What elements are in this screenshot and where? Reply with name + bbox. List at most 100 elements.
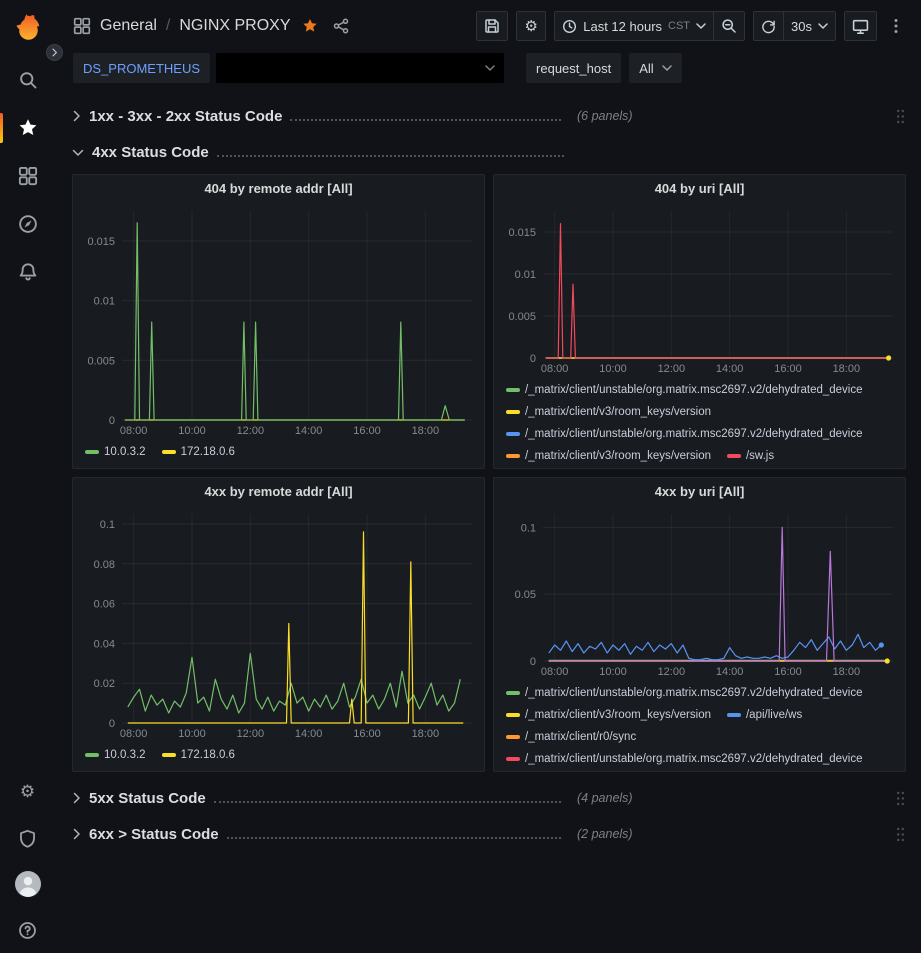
datasource-variable-label[interactable]: DS_PROMETHEUS — [73, 53, 210, 83]
request-host-value-text: All — [639, 61, 653, 76]
legend-item[interactable]: /_matrix/client/unstable/org.matrix.msc2… — [506, 379, 863, 401]
timeseries-chart[interactable]: 08:0010:0012:0014:0016:0018:0000.050.1 — [497, 504, 902, 680]
sidebar-expand-button[interactable] — [46, 44, 63, 61]
svg-text:08:00: 08:00 — [541, 666, 569, 678]
row-drag-handle[interactable] — [895, 108, 906, 125]
legend-label: /_matrix/client/unstable/org.matrix.msc2… — [525, 682, 863, 704]
legend-item[interactable]: 172.18.0.6 — [162, 744, 235, 766]
legend-item[interactable]: /_matrix/client/v3/room_keys/version — [506, 401, 711, 423]
legend-item[interactable]: /_matrix/client/v3/room_keys/version — [506, 445, 711, 467]
legend-label: /_matrix/client/r0/sync — [525, 726, 636, 748]
legend-item[interactable]: /_matrix/client/v3/room_keys/version — [506, 704, 711, 726]
svg-text:14:00: 14:00 — [716, 666, 744, 678]
legend-swatch — [162, 753, 176, 757]
legend-label: /_matrix/client/unstable/org.matrix.msc2… — [525, 379, 863, 401]
sidebar-item-help[interactable] — [0, 907, 55, 953]
panel-title-text: 4xx by remote addr [All] — [204, 484, 352, 499]
row-header-6xx[interactable]: 6xx > Status Code (2 panels) — [72, 820, 906, 848]
sidebar-item-dashboards[interactable] — [0, 152, 55, 200]
sidebar-item-profile[interactable] — [0, 861, 55, 907]
svg-text:16:00: 16:00 — [353, 425, 381, 437]
chevron-down-icon — [662, 65, 672, 71]
request-host-value-select[interactable]: All — [629, 53, 681, 83]
legend-swatch — [506, 410, 520, 414]
chevron-down-icon — [485, 65, 495, 71]
legend-item[interactable]: /api/live/ws — [727, 704, 802, 726]
legend-item[interactable]: /_matrix/client/unstable/org.matrix.msc2… — [506, 423, 863, 445]
time-picker-group: Last 12 hours CST — [554, 11, 745, 41]
sidebar-item-starred[interactable] — [0, 104, 55, 152]
clock-icon — [562, 19, 577, 34]
timeseries-chart[interactable]: 08:0010:0012:0014:0016:0018:0000.0050.01… — [76, 201, 481, 439]
refresh-interval-picker[interactable]: 30s — [784, 11, 836, 41]
timeseries-chart[interactable]: 08:0010:0012:0014:0016:0018:0000.0050.01… — [497, 201, 902, 377]
kiosk-mode-button[interactable] — [844, 11, 877, 41]
more-options-button[interactable] — [885, 11, 907, 41]
svg-text:10:00: 10:00 — [599, 363, 627, 375]
svg-text:0.1: 0.1 — [100, 519, 115, 531]
svg-text:10:00: 10:00 — [599, 666, 627, 678]
time-range-label: Last 12 hours — [583, 19, 662, 34]
svg-text:0.08: 0.08 — [94, 559, 115, 571]
main-area: General / NGINX PROXY ⚙ — [55, 0, 921, 953]
chart-legend: /_matrix/client/unstable/org.matrix.msc2… — [494, 680, 905, 771]
row-title-wrap: 6xx > Status Code — [89, 825, 561, 844]
apps-grid-icon — [73, 17, 91, 35]
panel-title[interactable]: 404 by remote addr [All] — [73, 175, 484, 201]
breadcrumb-dashboard-title[interactable]: NGINX PROXY — [179, 17, 290, 35]
row-header-5xx[interactable]: 5xx Status Code (4 panels) — [72, 784, 906, 812]
topbar: General / NGINX PROXY ⚙ — [55, 0, 921, 52]
panel-title[interactable]: 4xx by uri [All] — [494, 478, 905, 504]
save-dashboard-button[interactable] — [476, 11, 508, 41]
svg-text:10:00: 10:00 — [178, 728, 206, 740]
timeseries-chart[interactable]: 08:0010:0012:0014:0016:0018:0000.020.040… — [76, 504, 481, 742]
panel-title[interactable]: 404 by uri [All] — [494, 175, 905, 201]
refresh-interval-label: 30s — [791, 19, 812, 34]
legend-item[interactable]: /sw.js — [727, 445, 774, 467]
topbar-actions: ⚙ Last 12 hours CST — [476, 11, 907, 41]
row-title: 4xx Status Code — [92, 143, 209, 162]
legend-swatch — [506, 454, 520, 458]
favorite-star-icon[interactable] — [302, 18, 318, 34]
datasource-value-select[interactable] — [216, 53, 504, 83]
legend-item[interactable]: /_matrix/client/unstable/org.matrix.msc2… — [506, 748, 863, 770]
chevron-down-icon — [696, 23, 706, 29]
dashboard-settings-button[interactable]: ⚙ — [516, 11, 546, 41]
svg-text:0: 0 — [109, 415, 115, 427]
legend-item[interactable]: 172.18.0.6 — [162, 441, 235, 463]
sidebar-item-settings[interactable]: ⚙ — [0, 769, 55, 815]
zoom-out-time-button[interactable] — [714, 11, 745, 41]
sidebar-item-server-admin[interactable] — [0, 815, 55, 861]
row-header-1xx-3xx-2xx[interactable]: 1xx - 3xx - 2xx Status Code (6 panels) — [72, 102, 906, 130]
row-drag-handle[interactable] — [895, 826, 906, 843]
svg-text:16:00: 16:00 — [774, 363, 802, 375]
legend-label: /_matrix/client/v3/room_keys/version — [525, 704, 711, 726]
svg-text:0.01: 0.01 — [94, 296, 115, 308]
search-icon — [18, 70, 38, 90]
svg-text:18:00: 18:00 — [412, 425, 440, 437]
legend-item[interactable]: /_matrix/client/r0/sync — [506, 726, 636, 748]
row-header-4xx[interactable]: 4xx Status Code — [72, 138, 906, 166]
sidebar-item-search[interactable] — [0, 56, 55, 104]
row-drag-handle[interactable] — [895, 790, 906, 807]
legend-swatch — [727, 713, 741, 717]
legend-item[interactable]: 10.0.3.2 — [85, 744, 146, 766]
sidebar-item-explore[interactable] — [0, 200, 55, 248]
svg-text:0.01: 0.01 — [515, 269, 536, 281]
row-title-wrap: 4xx Status Code — [92, 143, 564, 162]
request-host-label-text: request_host — [536, 61, 611, 76]
monitor-icon — [852, 18, 869, 35]
refresh-button[interactable] — [753, 11, 784, 41]
svg-text:0.05: 0.05 — [515, 589, 536, 601]
legend-item[interactable]: /_matrix/client/unstable/org.matrix.msc2… — [506, 682, 863, 704]
breadcrumb-folder[interactable]: General — [100, 17, 157, 35]
panel-4xx-by-remote-addr: 4xx by remote addr [All] 08:0010:0012:00… — [72, 477, 485, 772]
legend-item[interactable]: 10.0.3.2 — [85, 441, 146, 463]
sidebar-item-alerting[interactable] — [0, 248, 55, 296]
panel-title[interactable]: 4xx by remote addr [All] — [73, 478, 484, 504]
svg-text:12:00: 12:00 — [658, 666, 686, 678]
sidebar-bottom: ⚙ — [0, 769, 55, 953]
share-icon[interactable] — [333, 18, 349, 34]
legend-label: /_matrix/client/v3/room_keys/version — [525, 401, 711, 423]
time-range-picker[interactable]: Last 12 hours CST — [554, 11, 714, 41]
